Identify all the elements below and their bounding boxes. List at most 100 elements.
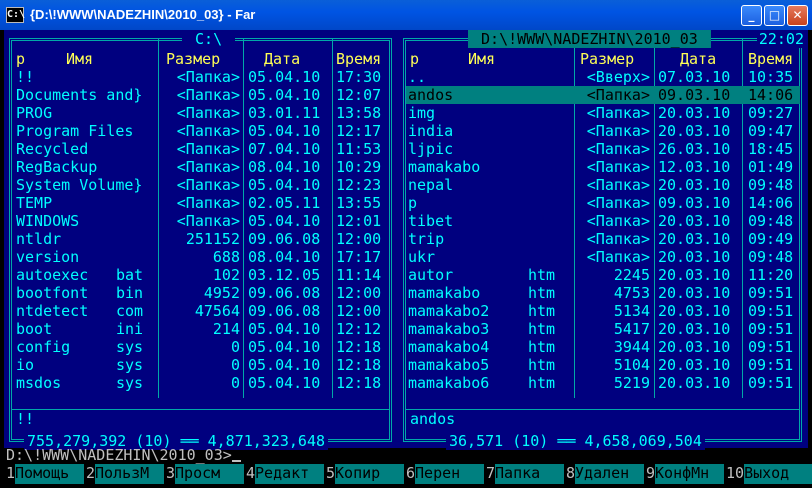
right-header-date[interactable]: Дата [680, 50, 716, 68]
file-row[interactable]: trip <Папка> 20.03.10 09:49 [398, 230, 808, 248]
minimize-button[interactable]: _ [741, 4, 762, 26]
file-row[interactable]: img <Папка> 20.03.10 09:27 [398, 104, 808, 122]
fkey-1-button[interactable]: 1 Помощь [4, 464, 84, 484]
file-row[interactable]: bootfont bin 4952 09.06.08 12:00 [4, 284, 398, 302]
fkey-7-button[interactable]: 7 Папка [484, 464, 564, 484]
file-row[interactable]: india <Папка> 20.03.10 09:47 [398, 122, 808, 140]
fkey-8-button[interactable]: 8 Удален [564, 464, 644, 484]
fkey-9-button[interactable]: 9 КонфМн [644, 464, 724, 484]
fkey-3-button[interactable]: 3 Просм [164, 464, 244, 484]
file-date: 05.04.10 [248, 122, 321, 140]
fkey-label: ПользМ [95, 464, 164, 484]
fkey-10-button[interactable]: 10 Выход [724, 464, 812, 484]
file-row[interactable]: version 688 08.04.10 17:17 [4, 248, 398, 266]
file-time: 12:12 [336, 320, 382, 338]
fkey-4-button[interactable]: 4 Редакт [244, 464, 324, 484]
file-row[interactable]: !! <Папка> 05.04.10 17:30 [4, 68, 398, 86]
file-row[interactable]: tibet <Папка> 20.03.10 09:48 [398, 212, 808, 230]
file-row[interactable]: ntdetect com 47564 09.06.08 12:00 [4, 302, 398, 320]
close-button[interactable]: ✕ [787, 4, 808, 26]
far-app-icon[interactable]: C:\ [6, 7, 25, 23]
file-size: 3944 [613, 338, 650, 356]
fkey-5-button[interactable]: 5 Копир [324, 464, 404, 484]
file-row[interactable]: .. <Вверх> 07.03.10 10:35 [398, 68, 808, 86]
file-row[interactable]: msdos sys 0 05.04.10 12:18 [4, 374, 398, 392]
file-row[interactable]: WINDOWS <Папка> 05.04.10 12:01 [4, 212, 398, 230]
file-row[interactable]: p <Папка> 09.03.10 14:06 [398, 194, 808, 212]
file-row[interactable]: config sys 0 05.04.10 12:18 [4, 338, 398, 356]
file-date: 09.06.08 [248, 284, 321, 302]
file-row[interactable]: Program Files <Папка> 05.04.10 12:17 [4, 122, 398, 140]
right-header-time[interactable]: Время [748, 50, 793, 68]
right-header-p[interactable]: p [410, 50, 419, 68]
file-row[interactable]: ljpic <Папка> 26.03.10 18:45 [398, 140, 808, 158]
file-row[interactable]: nepal <Папка> 20.03.10 09:48 [398, 176, 808, 194]
file-time: 12:07 [336, 86, 382, 104]
function-key-bar[interactable]: 1 Помощь 2 ПользМ 3 Просм 4 Редакт 5 Копир 6 Перен 7… [4, 464, 812, 484]
file-row[interactable]: io sys 0 05.04.10 12:18 [4, 356, 398, 374]
file-extension: htm [528, 266, 556, 284]
fkey-6-button[interactable]: 6 Перен [404, 464, 484, 484]
file-row[interactable]: mamakabo4 htm 3944 20.03.10 09:51 [398, 338, 808, 356]
file-row[interactable]: mamakabo <Папка> 12.03.10 01:49 [398, 158, 808, 176]
right-file-panel[interactable]: D:\!WWW\NADEZHIN\2010_03 22:02 p Имя Раз… [398, 30, 808, 450]
file-time: 14:06 [748, 86, 794, 104]
file-row[interactable]: ukr <Папка> 20.03.10 09:48 [398, 248, 808, 266]
file-date: 05.04.10 [248, 320, 321, 338]
file-date: 20.03.10 [658, 248, 731, 266]
file-size: 4753 [613, 284, 650, 302]
file-row[interactable]: Documents and} <Папка> 05.04.10 12:07 [4, 86, 398, 104]
right-header-size[interactable]: Размер [580, 50, 634, 68]
left-header-time[interactable]: Время [336, 50, 381, 68]
fkey-number: 5 [324, 464, 336, 484]
left-header-size[interactable]: Размер [166, 50, 220, 68]
file-row[interactable]: mamakabo htm 4753 20.03.10 09:51 [398, 284, 808, 302]
maximize-button[interactable]: □ [764, 4, 785, 26]
file-row[interactable]: mamakabo2 htm 5134 20.03.10 09:51 [398, 302, 808, 320]
file-size: <Папка> [176, 68, 240, 86]
file-row[interactable]: ntldr 251152 09.06.08 12:00 [4, 230, 398, 248]
fkey-number: 4 [244, 464, 256, 484]
file-date: 09.06.08 [248, 230, 321, 248]
left-panel-title[interactable]: C:\ [182, 30, 236, 48]
file-date: 05.04.10 [248, 356, 321, 374]
left-file-panel[interactable]: C:\ p Имя Размер Дата Время !! <Папка> 05.… [4, 30, 398, 450]
file-row[interactable]: mamakabo5 htm 5104 20.03.10 09:51 [398, 356, 808, 374]
file-row[interactable]: RegBackup <Папка> 08.04.10 10:29 [4, 158, 398, 176]
file-row[interactable]: TEMP <Папка> 02.05.11 13:55 [4, 194, 398, 212]
left-header-p[interactable]: p [16, 50, 25, 68]
file-row[interactable]: autoexec bat 102 03.12.05 11:14 [4, 266, 398, 284]
file-row[interactable]: mamakabo3 htm 5417 20.03.10 09:51 [398, 320, 808, 338]
fkey-2-button[interactable]: 2 ПользМ [84, 464, 164, 484]
right-header-name[interactable]: Имя [468, 50, 495, 68]
file-size: <Папка> [586, 212, 650, 230]
right-panel-title[interactable]: D:\!WWW\NADEZHIN\2010_03 [468, 30, 711, 48]
file-name: System Volume} [16, 176, 143, 194]
file-row[interactable]: mamakabo6 htm 5219 20.03.10 09:51 [398, 374, 808, 392]
file-time: 09:51 [748, 374, 794, 392]
left-current-file: !! [16, 410, 35, 428]
file-row[interactable]: autor htm 2245 20.03.10 11:20 [398, 266, 808, 284]
file-name: boot [16, 320, 53, 338]
file-name: TEMP [16, 194, 53, 212]
left-header-date[interactable]: Дата [264, 50, 300, 68]
file-size: <Папка> [176, 212, 240, 230]
left-panel-divider [12, 409, 389, 410]
file-size: 0 [230, 374, 240, 392]
file-time: 17:17 [336, 248, 382, 266]
file-name: mamakabo [408, 284, 481, 302]
file-row[interactable]: boot ini 214 05.04.10 12:12 [4, 320, 398, 338]
window-titlebar[interactable]: C:\ {D:\!WWW\NADEZHIN\2010_03} - Far _ □… [0, 0, 812, 30]
left-header-name[interactable]: Имя [66, 50, 93, 68]
file-time: 14:06 [748, 194, 794, 212]
file-row-selected[interactable]: andos <Папка> 09.03.10 14:06 [406, 86, 800, 104]
file-row[interactable]: PROG <Папка> 03.01.11 13:58 [4, 104, 398, 122]
file-name: mamakabo [408, 158, 481, 176]
command-line[interactable]: D:\!WWW\NADEZHIN\2010_03> [6, 446, 241, 464]
file-time: 12:00 [336, 302, 382, 320]
file-size: <Папка> [176, 86, 240, 104]
file-row[interactable]: Recycled <Папка> 07.04.10 11:53 [4, 140, 398, 158]
file-time: 09:48 [748, 176, 794, 194]
console-area[interactable]: C:\ p Имя Размер Дата Время !! <Папка> 05.… [4, 30, 812, 488]
file-row[interactable]: System Volume} <Папка> 05.04.10 12:23 [4, 176, 398, 194]
